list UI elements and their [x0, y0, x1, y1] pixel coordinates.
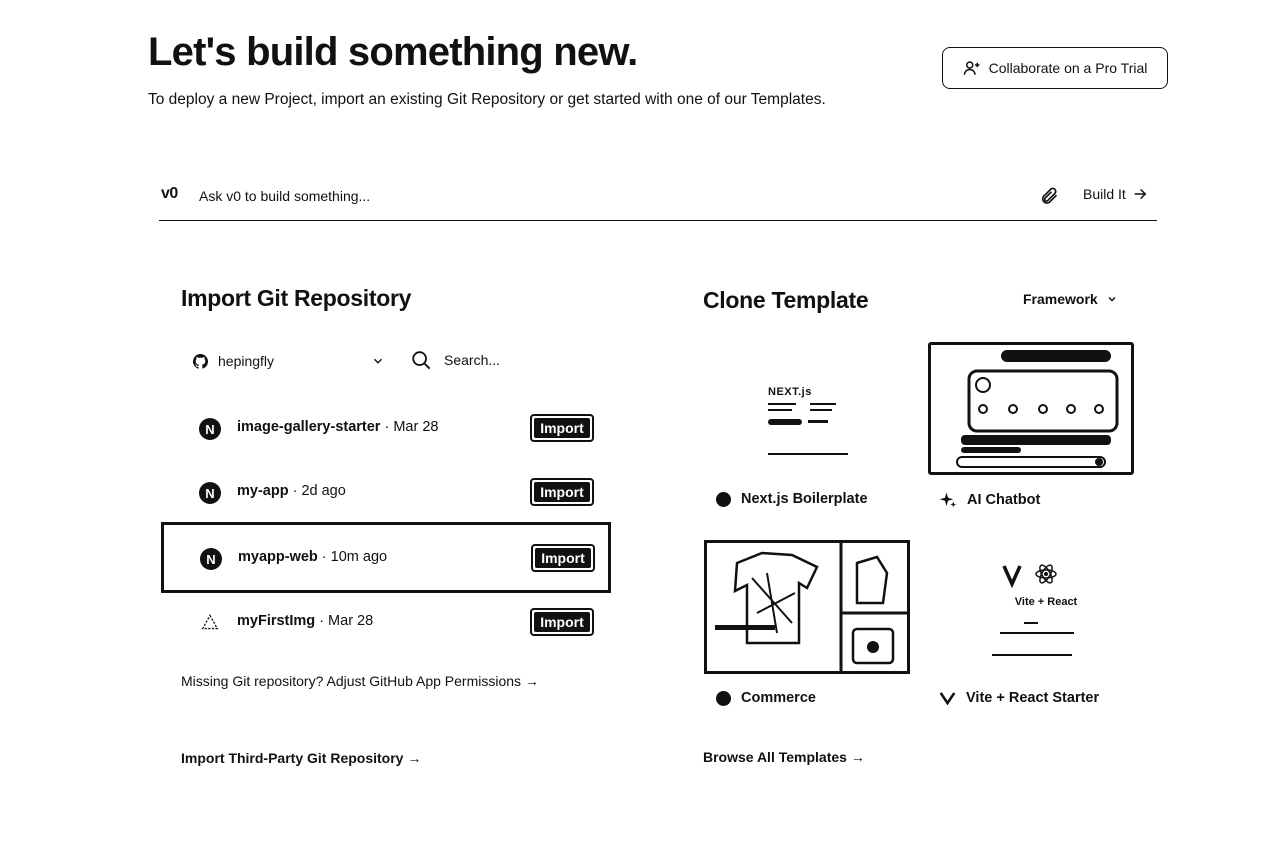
template-card-nextjs[interactable]: Next.js Boilerplate [716, 491, 868, 507]
repo-row-selected[interactable]: N myapp-web · 10m ago Import [161, 522, 611, 593]
repo-meta: · 10m ago [317, 549, 388, 565]
import-button-label: Import [534, 612, 590, 632]
shop-icon [716, 690, 731, 706]
git-account-name: hepingfly [218, 353, 275, 369]
repo-search-input[interactable] [444, 352, 594, 368]
repo-name: my-app [237, 483, 289, 499]
page-subtitle: To deploy a new Project, import an exist… [148, 91, 826, 108]
nextjs-icon: N [200, 548, 222, 570]
vite-react-logos [1002, 564, 1057, 588]
repo-row[interactable]: N my-app · 2d ago Import [161, 461, 611, 525]
repo-meta: · Mar 28 [380, 419, 439, 435]
import-third-party-link[interactable]: Import Third-Party Git Repository → [181, 750, 421, 766]
import-button[interactable]: Import [530, 478, 594, 506]
framework-filter-button[interactable]: Framework [1023, 291, 1118, 307]
v0-logo: v0 [161, 185, 178, 202]
template-label: AI Chatbot [967, 492, 1041, 508]
build-it-label: Build It [1083, 186, 1126, 202]
browse-all-templates-link[interactable]: Browse All Templates → [703, 749, 865, 765]
import-button-label: Import [534, 482, 590, 502]
triangle-icon [201, 614, 219, 630]
nextjs-icon: N [199, 482, 221, 504]
v0-prompt-input[interactable] [199, 184, 979, 208]
chevron-down-icon [373, 358, 383, 364]
template-card-vite-react[interactable]: Vite + React Starter [939, 690, 1099, 706]
build-it-button[interactable]: Build It [1083, 186, 1148, 202]
import-button[interactable]: Import [530, 608, 594, 636]
search-icon [412, 351, 431, 370]
import-button-label: Import [534, 418, 590, 438]
ai-chatbot-template-thumbnail[interactable] [928, 342, 1134, 475]
paperclip-icon[interactable] [1039, 186, 1059, 206]
template-card-commerce[interactable]: Commerce [716, 690, 816, 706]
nextjs-icon: N [199, 418, 221, 440]
vite-preview-lines [992, 622, 1074, 656]
framework-filter-label: Framework [1023, 291, 1098, 307]
commerce-preview-graphic [715, 543, 907, 671]
add-user-icon [963, 61, 980, 75]
clone-template-title: Clone Template [703, 287, 869, 313]
import-button[interactable]: Import [531, 544, 595, 572]
import-git-repo-title: Import Git Repository [181, 285, 412, 311]
nextjs-icon [716, 491, 731, 507]
repo-name: myapp-web [238, 549, 318, 565]
ai-chatbot-preview-graphic [956, 350, 1119, 468]
repo-name: myFirstImg [237, 613, 316, 629]
git-account-select[interactable]: hepingfly [193, 349, 385, 373]
repo-meta: · Mar 28 [315, 613, 374, 629]
repo-row[interactable]: N image-gallery-starter · Mar 28 Import [161, 397, 611, 461]
v0-prompt-bar: v0 Build It [159, 178, 1157, 221]
chevron-down-icon [1108, 296, 1116, 302]
import-button-label: Import [535, 548, 591, 568]
repo-row[interactable]: myFirstImg · Mar 28 Import [161, 591, 611, 655]
repo-name: image-gallery-starter [237, 419, 381, 435]
vite-thumb-title: Vite + React [1014, 596, 1078, 608]
sparkles-icon [939, 492, 957, 508]
template-label: Next.js Boilerplate [741, 491, 868, 507]
github-icon [193, 353, 208, 369]
collaborate-pro-trial-label: Collaborate on a Pro Trial [988, 60, 1148, 76]
vite-icon [939, 692, 956, 705]
template-label: Vite + React Starter [966, 690, 1100, 706]
commerce-template-thumbnail[interactable] [704, 540, 910, 674]
collaborate-pro-trial-button[interactable]: Collaborate on a Pro Trial [942, 47, 1168, 89]
arrow-right-icon [1134, 188, 1147, 200]
adjust-permissions-link[interactable]: Missing Git repository? Adjust GitHub Ap… [181, 673, 539, 689]
template-card-ai-chatbot[interactable]: AI Chatbot [939, 491, 1040, 509]
vite-react-template-thumbnail[interactable]: Vite + React [928, 540, 1134, 674]
page-title: Let's build something new. [148, 30, 638, 74]
import-button[interactable]: Import [530, 414, 594, 442]
nextjs-template-thumbnail[interactable]: NEXT.js [704, 343, 910, 475]
nextjs-preview-graphic [768, 403, 848, 455]
repo-meta: · 2d ago [288, 483, 346, 499]
repo-search [410, 346, 610, 374]
next-brand-text: NEXT.js [768, 386, 812, 398]
template-label: Commerce [741, 690, 816, 706]
